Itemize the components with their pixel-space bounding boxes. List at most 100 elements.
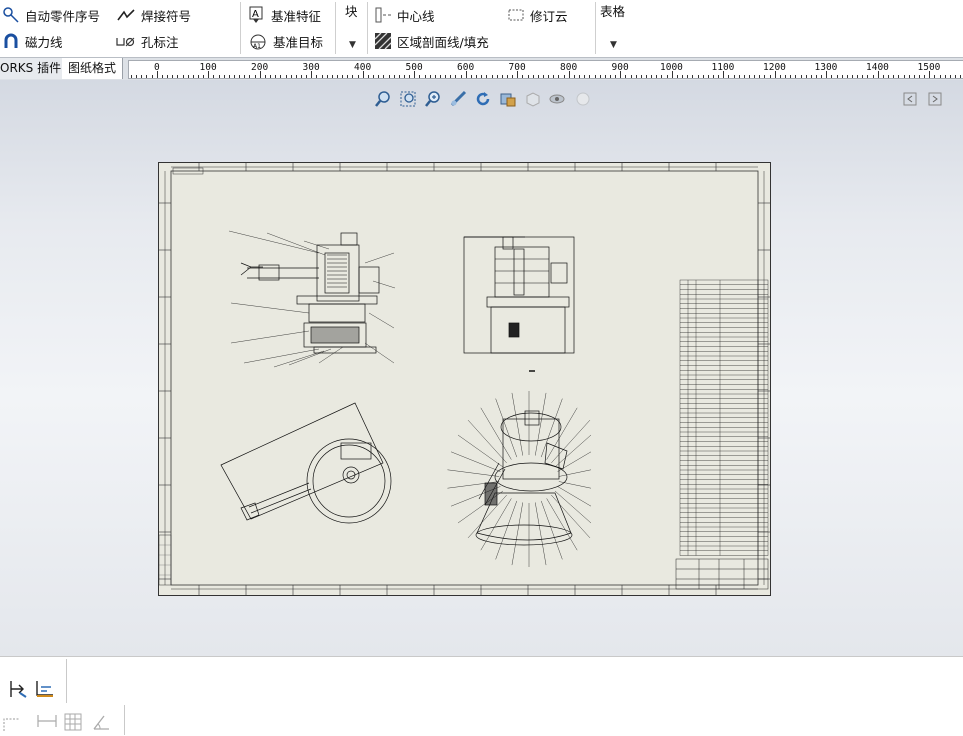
rotate-icon[interactable] — [473, 89, 493, 109]
ruler-tick — [131, 75, 132, 78]
ruler-tick — [285, 75, 287, 78]
ruler-tick — [440, 75, 441, 78]
ruler-tick — [805, 75, 807, 78]
heads-up-view-toolbar — [373, 88, 593, 110]
area-hatch-button[interactable]: 区域剖面线/填充 — [374, 31, 489, 51]
smart-dimension-icon[interactable] — [8, 679, 28, 702]
ruler-tick — [136, 75, 138, 78]
zoom-to-area-icon[interactable] — [398, 89, 418, 109]
area-hatch-label: 区域剖面线/填充 — [397, 34, 489, 50]
datum-target-button[interactable]: A1 基准目标 — [248, 31, 323, 51]
tab-sheet-format[interactable]: 图纸格式 — [62, 58, 124, 79]
block-dropdown-icon[interactable]: ▼ — [349, 40, 356, 50]
ruler-tick — [450, 75, 452, 78]
ruler-tick — [692, 75, 694, 78]
ruler-tick — [409, 75, 411, 78]
balloon-leader — [546, 498, 578, 551]
zoom-to-fit-icon[interactable] — [373, 89, 393, 109]
hide-show-icon[interactable] — [548, 89, 568, 109]
ruler-tick — [877, 71, 879, 78]
weld-symbol-button[interactable]: 焊接符号 — [116, 5, 191, 25]
horizontal-dimension-icon[interactable] — [37, 713, 57, 732]
ruler-tick — [275, 75, 277, 78]
next-view-icon[interactable] — [925, 89, 945, 109]
ruler-tick — [676, 75, 678, 78]
ruler-tick — [506, 75, 508, 78]
ruler-tick — [465, 71, 467, 78]
ruler-tick — [682, 75, 684, 78]
ruler-tick — [584, 75, 586, 78]
ruler-tick — [476, 75, 478, 78]
centerline-label: 中心线 — [397, 8, 435, 24]
ruler-tick — [697, 75, 699, 78]
tables-dropdown-icon[interactable]: ▼ — [610, 40, 617, 50]
zoom-in-out-icon[interactable] — [423, 89, 443, 109]
ruler-tick — [347, 75, 349, 78]
ruler-tick — [161, 75, 163, 78]
ruler-tick — [785, 75, 787, 78]
graphics-area[interactable] — [0, 80, 963, 656]
datum-target-icon: A1 — [250, 34, 266, 50]
leader-line — [230, 302, 310, 314]
ruler-tick — [543, 75, 544, 78]
ruler-tick — [599, 75, 601, 78]
datum-feature-button[interactable]: A 基准特征 — [248, 5, 321, 25]
ruler-tick — [836, 75, 838, 78]
ruler-tick — [141, 75, 143, 78]
baseline-dimension-icon[interactable] — [35, 679, 55, 702]
ruler-tick — [774, 71, 776, 78]
ruler-tick — [913, 75, 915, 78]
ruler-tick — [460, 75, 462, 78]
display-style-icon[interactable] — [498, 89, 518, 109]
balloon-leader — [546, 407, 578, 460]
tab-addins[interactable]: ORKS 插件 — [0, 58, 69, 79]
isometric-view — [475, 410, 573, 546]
ruler-tick — [955, 75, 956, 78]
centerline-icon — [375, 7, 391, 23]
balloon-leader — [450, 451, 501, 472]
ruler-tick — [300, 75, 302, 78]
block-button[interactable]: 块 — [345, 0, 358, 20]
prev-view-icon[interactable] — [900, 89, 920, 109]
leader-line — [318, 346, 344, 364]
magnetic-line-button[interactable]: 磁力线 — [2, 31, 63, 51]
ruler-tick — [388, 75, 390, 78]
toolbar-separator — [66, 659, 67, 703]
auto-balloon-button[interactable]: 自动零件序号 — [2, 5, 100, 25]
ruler-tick — [723, 71, 725, 78]
ruler-tick — [929, 71, 931, 78]
balloon-leader — [457, 434, 504, 468]
tables-button[interactable]: 表格 — [600, 0, 625, 20]
ruler-tick — [234, 75, 235, 78]
ruler-tick — [223, 75, 225, 78]
path-dimension-icon[interactable] — [2, 713, 24, 736]
angle-icon[interactable] — [92, 713, 110, 734]
ruler-tick — [743, 75, 745, 78]
ruler-tick — [841, 75, 843, 78]
balloon-leader — [511, 502, 523, 566]
ruler-tick — [306, 75, 308, 78]
balloon-leader — [554, 434, 592, 468]
ruler-tick — [826, 71, 828, 78]
ruler-tick — [419, 75, 421, 78]
ruler-tick — [908, 75, 910, 78]
ruler-tick — [491, 75, 493, 78]
centerline-button[interactable]: 中心线 — [374, 5, 435, 25]
ruler-tick — [192, 75, 194, 78]
appearance-icon[interactable] — [573, 89, 593, 109]
table-icon[interactable] — [64, 713, 82, 734]
view-orientation-icon[interactable] — [523, 89, 543, 109]
ruler-tick — [398, 75, 400, 78]
ruler-tick — [795, 75, 797, 78]
revision-cloud-button[interactable]: 修订云 — [507, 5, 568, 25]
ruler-tick — [589, 75, 591, 78]
ruler-tick — [522, 75, 524, 78]
ruler-tick — [893, 75, 895, 78]
ruler-tick — [733, 75, 735, 78]
svg-text:A: A — [252, 9, 259, 20]
drawing-sheet[interactable] — [158, 162, 771, 596]
pan-icon[interactable] — [448, 89, 468, 109]
hole-callout-button[interactable]: 孔标注 — [116, 31, 179, 51]
ruler-tick — [759, 75, 761, 78]
ruler-tick — [177, 75, 179, 78]
